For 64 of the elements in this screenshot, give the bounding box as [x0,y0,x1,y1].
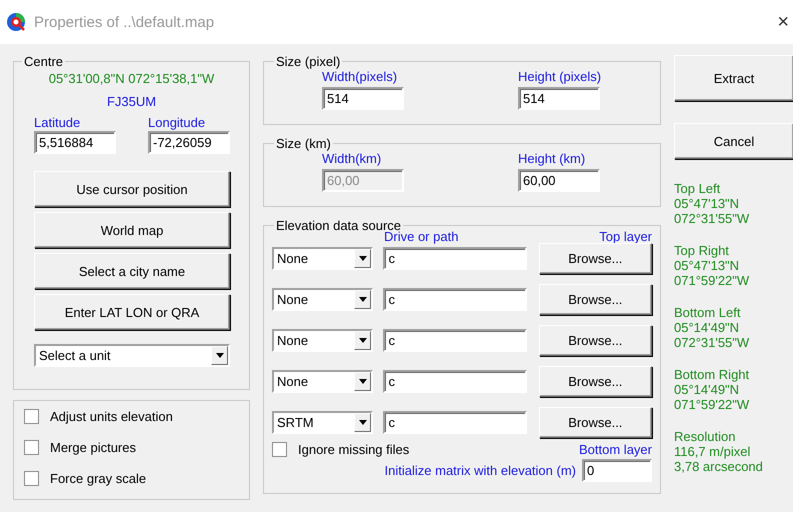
checkbox-label: Ignore missing files [298,442,410,457]
unit-dropdown[interactable]: Select a unit [34,344,230,367]
checkbox[interactable] [24,440,39,455]
action-button[interactable]: World map [34,212,230,248]
corner-coordinates: Bottom Left 05°14'49"N 072°31'55"W [674,305,750,350]
source-dropdown[interactable]: None [272,329,374,352]
number-field[interactable]: 60,00 [518,169,600,192]
corner-coordinates: Bottom Right 05°14'49"N 071°59'22"W [674,367,750,412]
source-dropdown[interactable]: None [272,247,374,270]
checkbox-label: Adjust units elevation [50,409,173,424]
action-button[interactable]: Select a city name [34,253,230,289]
number-field[interactable]: 514 [322,87,404,110]
layer-label: Bottom layer [579,442,652,457]
checkbox-label: Merge pictures [50,440,136,455]
caret-icon [358,338,367,343]
action-button[interactable]: Enter LAT LON or QRA [34,294,230,330]
checkbox[interactable] [24,471,39,486]
resolution-text: Resolution 116,7 m/pixel 3,78 arcsecond [674,429,764,474]
caret-icon [358,256,367,261]
window-title: Properties of ..\default.map [34,14,216,30]
path-field[interactable]: c [383,329,527,352]
close-button[interactable]: × [777,10,789,34]
path-field[interactable]: c [383,370,527,393]
source-dropdown[interactable]: None [272,288,374,311]
caret-icon [358,297,367,302]
path-field[interactable]: c [383,288,527,311]
extract-button[interactable]: Extract [674,55,793,101]
corner-coordinates: Top Left 05°47'13"N 072°31'55"W [674,181,750,226]
coordinate-field[interactable]: 5,516884 [34,131,116,154]
browse-button[interactable]: Browse... [538,366,652,397]
browse-button[interactable]: Browse... [538,407,652,438]
checkbox[interactable] [272,442,287,457]
cancel-button[interactable]: Cancel [674,123,793,159]
layer-label: Top layer [599,229,652,244]
caret-icon [358,379,367,384]
browse-button[interactable]: Browse... [538,243,652,274]
field-label: Height (km) [518,151,586,166]
field-label: Height (pixels) [518,69,602,84]
browse-button[interactable]: Browse... [538,284,652,315]
group-title: Size (pixel) [275,54,342,69]
locator-text: FJ35UM [106,94,156,109]
checkbox[interactable] [24,409,39,424]
group-title: Size (km) [275,136,332,151]
caret-icon [358,420,367,425]
caret-icon [216,353,224,358]
app-icon [6,12,26,32]
coordinate-field[interactable]: -72,26059 [148,131,230,154]
source-dropdown[interactable]: SRTM [272,411,374,434]
coordinates-text: 05°31'00,8"N 072°15'38,1"W [48,71,214,86]
path-field[interactable]: c [383,411,527,434]
field-label: Longitude [148,115,206,130]
path-field[interactable]: c [383,247,527,270]
field-label: Initialize matrix with elevation (m) [384,463,576,478]
field-label: Latitude [34,115,82,130]
field-label: Width(pixels) [322,69,398,84]
browse-button[interactable]: Browse... [538,325,652,356]
corner-coordinates: Top Right 05°47'13"N 071°59'22"W [674,243,750,288]
field-label: Width(km) [322,151,382,166]
number-field[interactable]: 514 [518,87,600,110]
group-title: Centre [23,54,64,69]
checkbox-label: Force gray scale [50,471,146,486]
elevation-field[interactable]: 0 [582,459,652,482]
source-dropdown[interactable]: None [272,370,374,393]
action-button[interactable]: Use cursor position [34,171,230,207]
